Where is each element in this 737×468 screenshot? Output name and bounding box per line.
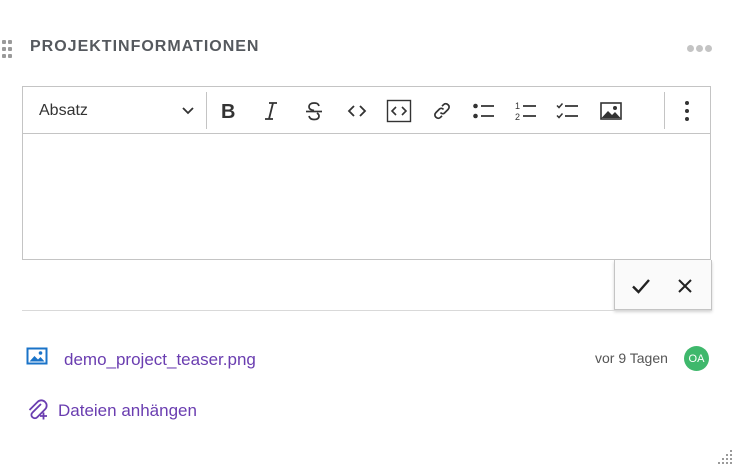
attach-files-label: Dateien anhängen [58,401,197,420]
link-button[interactable] [426,95,458,127]
heading-select[interactable]: Absatz [25,91,203,129]
link-icon [434,102,450,120]
attachment-item: demo_project_teaser.png vor 9 Tagen OA [22,344,712,374]
avatar-initials: OA [688,352,705,365]
rich-text-editor: Absatz B 1 2 [22,86,711,260]
image-icon [600,102,622,120]
code-block-button[interactable] [383,95,415,127]
chevron-down-icon [182,107,194,115]
toolbar-separator [664,92,665,129]
paperclip-plus-icon [28,399,48,420]
todo-list-icon [556,103,578,119]
section-title: PROJEKTINFORMATIONEN [30,38,260,55]
attachment-timestamp: vor 9 Tagen [595,350,668,366]
bold-icon: B [221,101,235,122]
insert-image-button[interactable] [595,95,627,127]
bulleted-list-button[interactable] [468,95,500,127]
toolbar-more-button[interactable] [671,95,703,127]
italic-icon [265,102,277,120]
save-button[interactable] [625,270,657,302]
svg-text:B: B [221,101,235,122]
numbered-list-icon: 1 2 [515,101,536,122]
strikethrough-button[interactable] [298,95,330,127]
close-icon [678,279,692,293]
attachment-filename-link[interactable]: demo_project_teaser.png [64,350,256,370]
toolbar-separator [206,92,207,129]
more-vertical-icon [685,101,689,121]
resize-handle-icon[interactable] [718,450,734,464]
code-button[interactable] [341,95,373,127]
code-block-icon [386,99,412,123]
editor-actions [614,260,712,310]
bold-button[interactable]: B [213,95,245,127]
svg-text:2: 2 [515,112,520,122]
heading-select-value: Absatz [39,102,88,119]
bulleted-list-icon [473,103,494,119]
editor-toolbar: Absatz B 1 2 [23,87,710,134]
section-divider [22,310,712,311]
italic-button[interactable] [255,95,287,127]
drag-handle-icon[interactable] [2,40,14,60]
svg-text:1: 1 [515,101,520,111]
strikethrough-icon [306,102,322,121]
code-icon [347,105,367,117]
todo-list-button[interactable] [552,95,584,127]
cancel-button[interactable] [669,270,701,302]
avatar[interactable]: OA [684,346,709,371]
editor-content-area[interactable] [23,134,710,259]
numbered-list-button[interactable]: 1 2 [510,95,542,127]
check-icon [632,279,650,294]
more-horizontal-icon[interactable] [687,45,713,53]
image-file-icon [26,347,48,365]
